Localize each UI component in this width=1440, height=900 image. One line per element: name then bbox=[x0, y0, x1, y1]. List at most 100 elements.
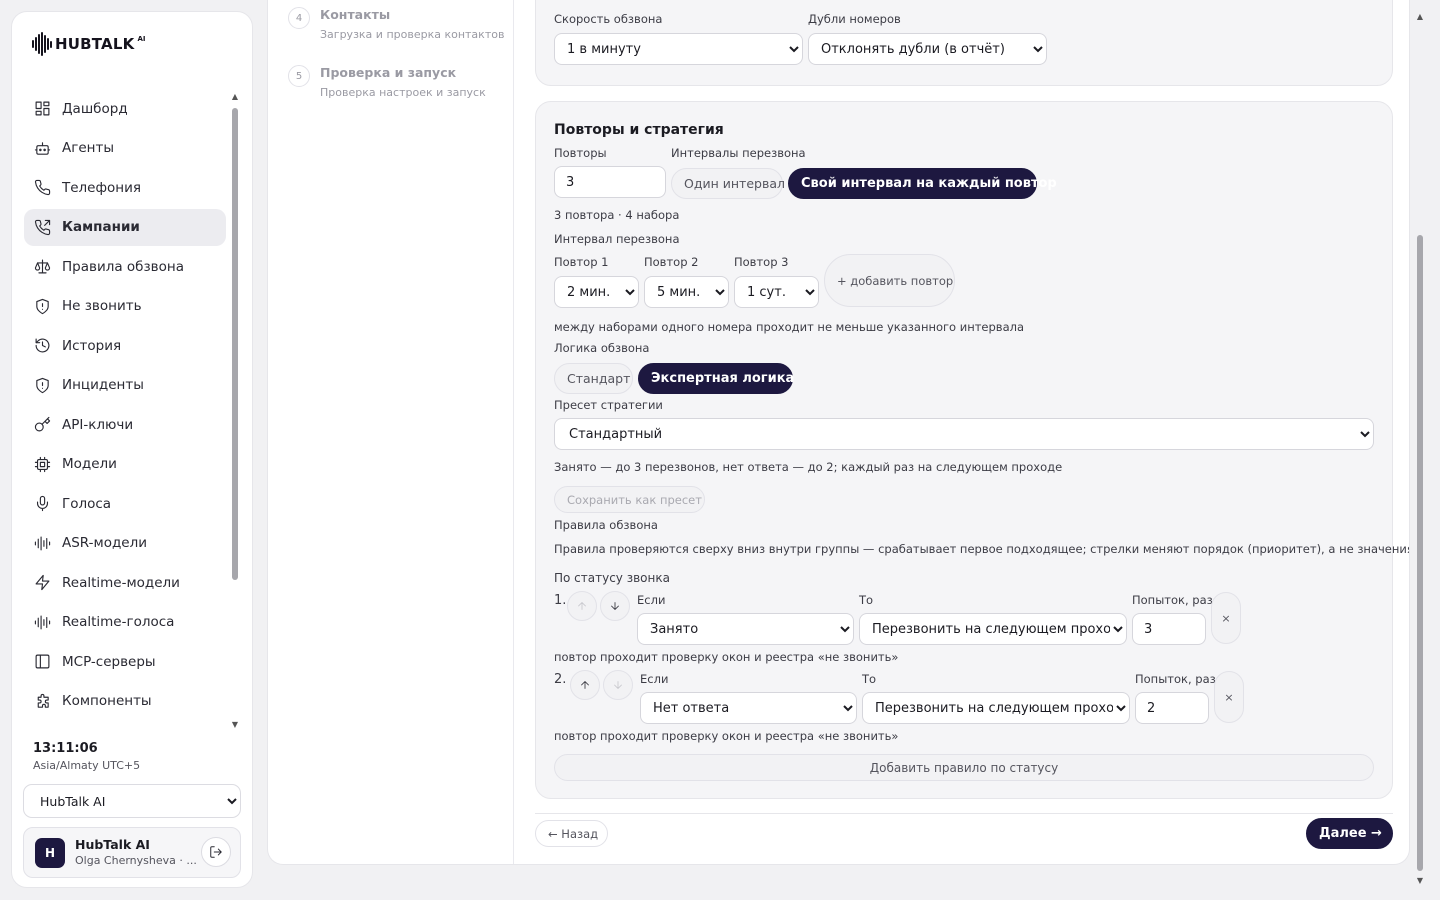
dupes-label: Дубли номеров bbox=[808, 12, 901, 26]
sidebar-nav: Дашборд Агенты Телефония Кампании Правил… bbox=[24, 90, 226, 730]
logic-standard-button[interactable]: Стандарт bbox=[554, 363, 633, 394]
next-button[interactable]: Далее → bbox=[1306, 818, 1393, 849]
arrow-down-icon bbox=[614, 681, 622, 689]
scales-icon bbox=[34, 259, 51, 274]
scrollbar-thumb[interactable] bbox=[232, 108, 238, 580]
bolt-icon bbox=[35, 574, 50, 591]
move-up-button[interactable] bbox=[570, 670, 600, 700]
step-number: 4 bbox=[288, 7, 310, 29]
sidebar-item-label: Инциденты bbox=[62, 377, 144, 393]
panel-icon bbox=[35, 654, 50, 669]
add-repeat-button[interactable]: + добавить повтор bbox=[824, 254, 955, 307]
sidebar-scrollbar[interactable]: ▲ ▼ bbox=[230, 92, 240, 732]
organization-select[interactable]: HubTalk AI bbox=[23, 784, 241, 818]
sidebar-item-label: Правила обзвона bbox=[62, 258, 184, 275]
main-panel: 4 Контакты Загрузка и проверка контактов… bbox=[267, 0, 1410, 865]
sidebar-item-models[interactable]: Модели bbox=[24, 446, 226, 483]
brand-suffix: AI bbox=[137, 35, 146, 43]
sidebar-item-realtime-models[interactable]: Realtime-модели bbox=[24, 564, 226, 601]
sidebar-item-telephony[interactable]: Телефония bbox=[24, 169, 226, 206]
chip-icon bbox=[34, 456, 51, 472]
logic-expert-button[interactable]: Экспертная логика bbox=[638, 363, 794, 394]
rules-label: Правила обзвона bbox=[554, 518, 658, 532]
sidebar-item-label: ASR-модели bbox=[62, 535, 147, 551]
repeat-1-select[interactable]: 2 мин. bbox=[554, 276, 639, 308]
shield-icon bbox=[36, 298, 49, 314]
step-title: Контакты bbox=[320, 7, 391, 22]
sidebar-item-label: MCP-серверы bbox=[62, 653, 156, 670]
sidebar-item-campaigns[interactable]: Кампании bbox=[24, 208, 226, 246]
step-subtitle: Проверка настроек и запуск bbox=[320, 86, 486, 99]
user-name: HubTalk AI bbox=[75, 837, 150, 852]
main-scrollbar[interactable]: ▲ ▼ bbox=[1415, 10, 1425, 888]
if-label: Если bbox=[640, 672, 669, 686]
remove-rule-button[interactable]: × bbox=[1211, 592, 1241, 644]
move-down-button[interactable] bbox=[603, 670, 633, 700]
move-down-button[interactable] bbox=[600, 591, 630, 621]
rule-then-select[interactable]: Перезвонить на следующем проходе bbox=[859, 613, 1127, 645]
sidebar-item-voices[interactable]: Голоса bbox=[24, 485, 226, 522]
scroll-down-icon[interactable]: ▼ bbox=[1415, 876, 1425, 886]
sidebar-item-components[interactable]: Компоненты bbox=[24, 683, 226, 720]
rule-attempts-input[interactable] bbox=[1132, 613, 1206, 645]
sidebar-item-dashboard[interactable]: Дашборд bbox=[24, 90, 226, 127]
shield-alert-icon bbox=[36, 377, 49, 393]
speed-select[interactable]: 1 в минуту bbox=[554, 33, 803, 65]
sidebar-item-dial-rules[interactable]: Правила обзвона bbox=[24, 248, 226, 285]
scroll-down-icon[interactable]: ▼ bbox=[230, 720, 240, 730]
wizard-steps: 4 Контакты Загрузка и проверка контактов… bbox=[268, 0, 514, 864]
preset-label: Пресет стратегии bbox=[554, 398, 663, 412]
repeat-3-select[interactable]: 1 сут. bbox=[734, 276, 819, 308]
if-label: Если bbox=[637, 593, 666, 607]
move-up-button[interactable] bbox=[567, 591, 597, 621]
brand-logo[interactable]: HUBTALK AI bbox=[32, 32, 145, 56]
sidebar-item-label: Телефония bbox=[62, 179, 142, 196]
single-interval-button[interactable]: Один интервал bbox=[671, 168, 785, 199]
scrollbar-thumb[interactable] bbox=[1417, 235, 1423, 871]
arrow-down-icon bbox=[611, 602, 619, 610]
remove-rule-button[interactable]: × bbox=[1214, 671, 1244, 723]
scroll-up-icon[interactable]: ▲ bbox=[230, 92, 240, 102]
sidebar-item-mcp-servers[interactable]: MCP-серверы bbox=[24, 643, 226, 680]
rule-attempts-input[interactable] bbox=[1135, 692, 1209, 724]
dial-speed-card: Скорость обзвона 1 в минуту Дубли номеро… bbox=[535, 0, 1393, 86]
history-icon bbox=[35, 338, 50, 353]
sidebar-item-do-not-call[interactable]: Не звонить bbox=[24, 288, 226, 325]
sidebar-item-history[interactable]: История bbox=[24, 327, 226, 364]
rules-hint: Правила проверяются сверху вниз внутри г… bbox=[554, 542, 1410, 556]
sidebar-item-api-keys[interactable]: API-ключи bbox=[24, 406, 226, 443]
rule-if-select[interactable]: Нет ответа bbox=[640, 692, 857, 724]
add-status-rule-button[interactable]: Добавить правило по статусу bbox=[554, 754, 1374, 781]
repeat-1-label: Повтор 1 bbox=[554, 255, 609, 269]
sidebar-item-realtime-voices[interactable]: Realtime-голоса bbox=[24, 604, 226, 641]
per-retry-interval-button[interactable]: Свой интервал на каждый повтор bbox=[788, 168, 1057, 199]
rule-then-select[interactable]: Перезвонить на следующем проходе bbox=[862, 692, 1130, 724]
user-subtitle: Olga Chernysheva · ... bbox=[75, 854, 197, 867]
waveform-icon bbox=[34, 536, 51, 550]
repeat-2-select[interactable]: 5 мин. bbox=[644, 276, 729, 308]
sidebar-item-incidents[interactable]: Инциденты bbox=[24, 367, 226, 404]
logout-button[interactable] bbox=[201, 837, 231, 867]
attempts-label: Попыток, раз bbox=[1135, 672, 1216, 686]
interval-hint: между наборами одного номера проходит не… bbox=[554, 320, 1025, 334]
dupes-select[interactable]: Отклонять дубли (в отчёт) bbox=[808, 33, 1047, 65]
rule-if-select[interactable]: Занято bbox=[637, 613, 854, 645]
step-title: Проверка и запуск bbox=[320, 65, 457, 80]
retry-strategy-card: Повторы и стратегия Повторы Интервалы пе… bbox=[535, 101, 1409, 799]
logic-label: Логика обзвона bbox=[554, 341, 650, 355]
sidebar-item-agents[interactable]: Агенты bbox=[24, 130, 226, 167]
sidebar-item-asr-models[interactable]: ASR-модели bbox=[24, 525, 226, 562]
footer-divider bbox=[535, 813, 1393, 814]
step-subtitle: Загрузка и проверка контактов bbox=[320, 28, 505, 41]
rule-number: 2. bbox=[554, 672, 567, 687]
user-card: H HubTalk AI Olga Chernysheva · ... bbox=[23, 827, 241, 878]
retries-input[interactable] bbox=[554, 166, 666, 198]
clock-timezone: Asia/Almaty UTC+5 bbox=[33, 759, 141, 772]
speed-label: Скорость обзвона bbox=[554, 12, 663, 26]
scroll-up-icon[interactable]: ▲ bbox=[1415, 12, 1425, 22]
back-button[interactable]: ← Назад bbox=[535, 820, 608, 847]
preset-select[interactable]: Стандартный bbox=[554, 418, 1374, 450]
save-preset-button[interactable]: Сохранить как пресет bbox=[554, 486, 705, 513]
section-title: Повторы и стратегия bbox=[554, 122, 724, 138]
clock-time: 13:11:06 bbox=[33, 741, 98, 756]
